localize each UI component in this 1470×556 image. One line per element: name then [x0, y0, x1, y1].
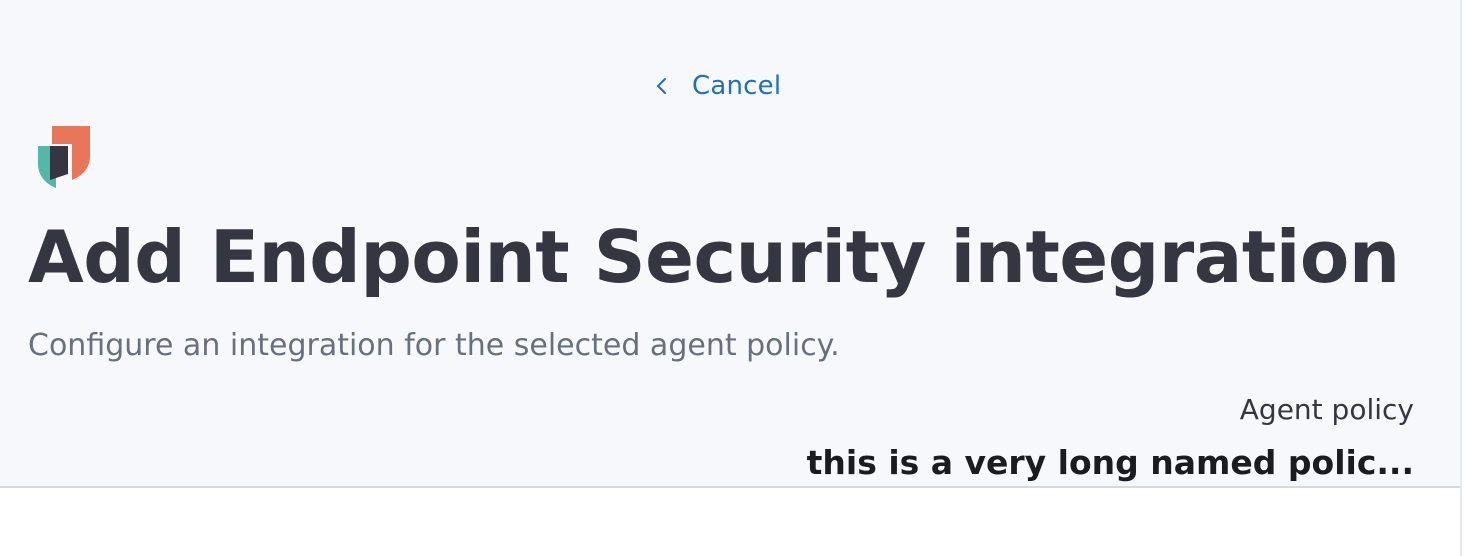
page-subtitle: Configure an integration for the selecte… — [28, 328, 840, 363]
agent-policy-name: this is a very long named polic... — [806, 443, 1414, 483]
page-title: Add Endpoint Security integration — [28, 215, 1400, 299]
cancel-label: Cancel — [692, 71, 782, 101]
chevron-left-icon — [657, 78, 666, 94]
cancel-link[interactable]: Cancel — [652, 66, 781, 106]
scrollbar-edge — [1460, 0, 1462, 556]
agent-policy-label: Agent policy — [1239, 393, 1414, 426]
agent-policy-block: Agent policy this is a very long named p… — [774, 392, 1414, 485]
page-header: Cancel Add Endpoint Security integration… — [0, 0, 1460, 488]
endpoint-security-logo — [38, 126, 90, 188]
